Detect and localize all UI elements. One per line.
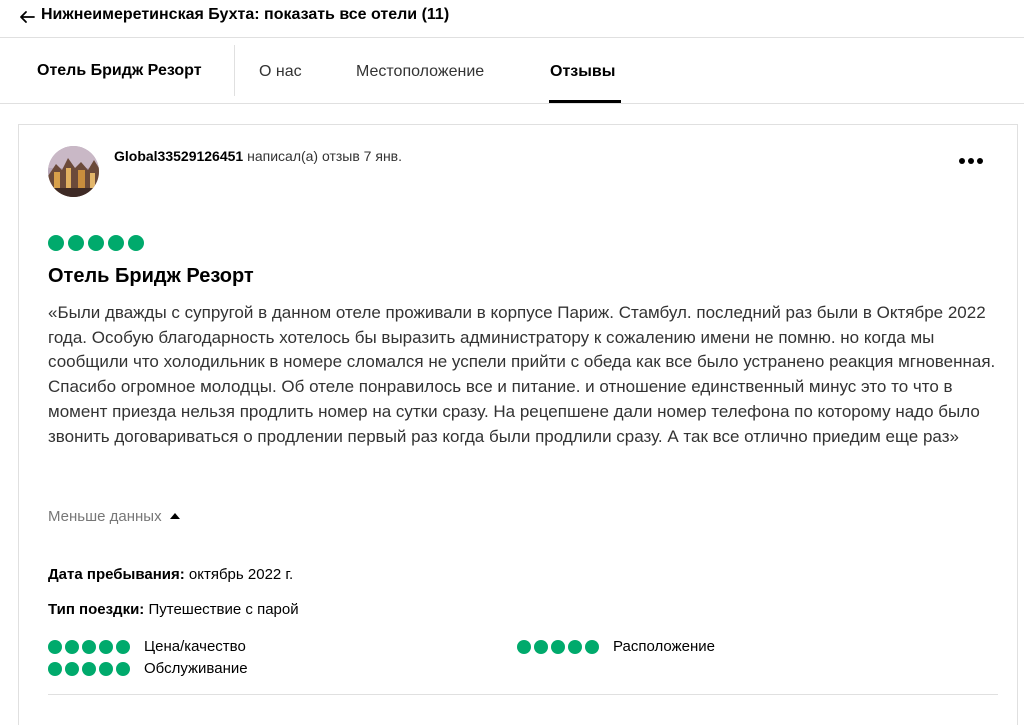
avatar-image — [48, 146, 99, 197]
trip-type: Тип поездки: Путешествие с парой — [48, 601, 299, 618]
show-less-link[interactable]: Меньше данных — [48, 508, 180, 525]
hotel-name-tab[interactable]: Отель Бридж Резорт — [37, 62, 202, 80]
stay-date: Дата пребывания: октябрь 2022 г. — [48, 566, 293, 583]
overall-rating-bubbles — [48, 235, 144, 251]
review-text: «Были дважды с супругой в данном отеле п… — [48, 303, 996, 446]
rating-bubble — [48, 235, 64, 251]
stay-date-value: октябрь 2022 г. — [184, 566, 294, 583]
back-to-hotels-link[interactable]: Нижнеимеретинская Бухта: показать все от… — [41, 6, 449, 24]
top-bar: Нижнеимеретинская Бухта: показать все от… — [0, 0, 1024, 36]
card-bottom-divider — [48, 694, 998, 695]
rating-bubble — [68, 235, 84, 251]
rating-bubble — [128, 235, 144, 251]
service-rating-bubbles — [48, 662, 130, 676]
location-rating-label: Расположение — [613, 638, 715, 655]
show-less-label: Меньше данных — [48, 508, 162, 525]
stay-date-label: Дата пребывания: — [48, 566, 185, 583]
tab-separator — [234, 45, 235, 96]
trip-type-value: Путешествие с парой — [144, 601, 299, 618]
trip-type-label: Тип поездки: — [48, 601, 145, 618]
avatar[interactable] — [48, 146, 99, 197]
review-author-line: Global33529126451 написал(а) отзыв 7 янв… — [114, 148, 402, 164]
review-title[interactable]: Отель Бридж Резорт — [48, 265, 254, 288]
rating-bubble — [88, 235, 104, 251]
tab-reviews[interactable]: Отзывы — [550, 63, 615, 81]
value-rating-label: Цена/качество — [144, 638, 246, 655]
service-rating-label: Обслуживание — [144, 660, 248, 677]
more-options-icon[interactable] — [956, 152, 986, 172]
arrow-left-icon[interactable] — [17, 7, 37, 27]
value-rating-bubbles — [48, 640, 130, 654]
location-rating-bubbles — [517, 640, 599, 654]
caret-up-icon — [169, 513, 180, 519]
review-date-text: написал(а) отзыв 7 янв. — [243, 148, 402, 164]
tab-location[interactable]: Местоположение — [356, 63, 484, 81]
rating-bubble — [108, 235, 124, 251]
review-author-name[interactable]: Global33529126451 — [114, 148, 243, 164]
tabs-divider — [0, 103, 1024, 104]
hotel-tabs: Отель Бридж Резорт О нас Местоположение … — [0, 38, 1024, 104]
tab-about[interactable]: О нас — [259, 63, 302, 81]
